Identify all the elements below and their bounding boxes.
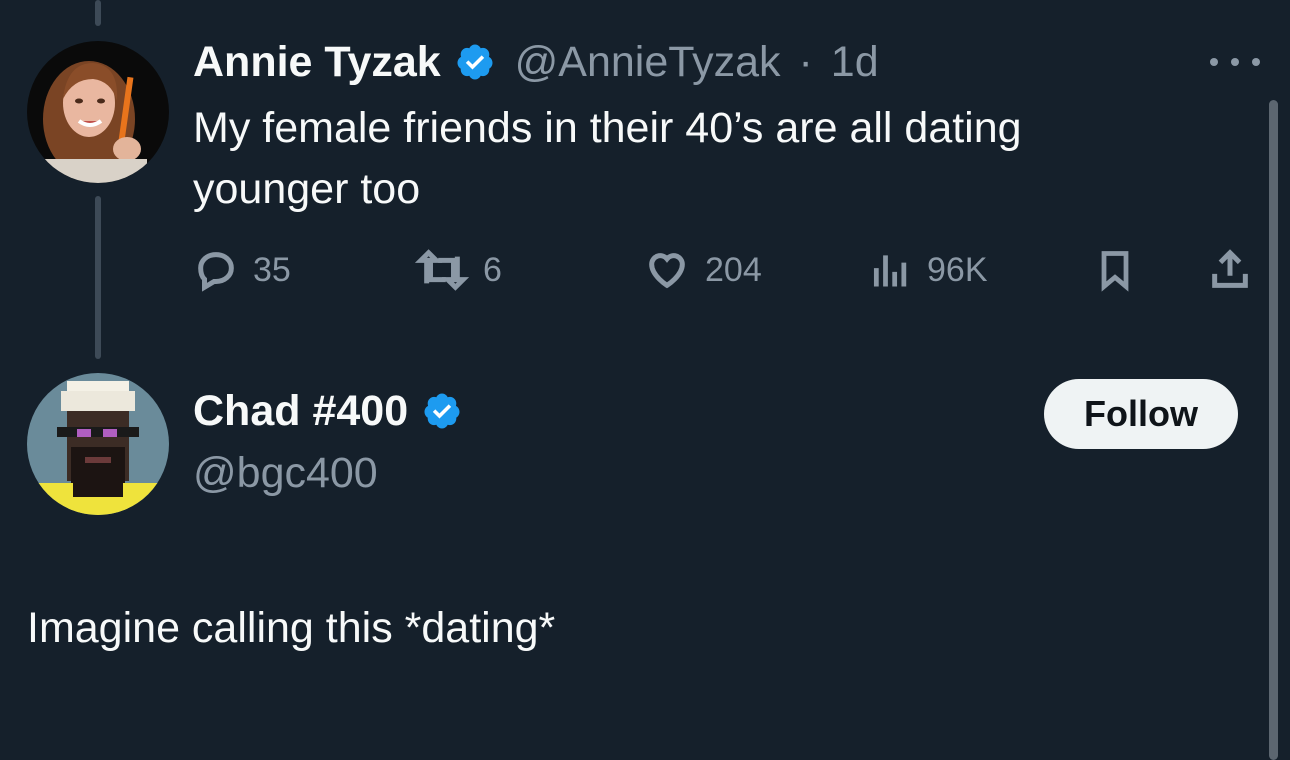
verified-badge-icon <box>424 393 460 429</box>
verified-badge-icon <box>457 44 493 80</box>
avatar-chad-image <box>27 373 169 515</box>
scrollbar[interactable] <box>1269 100 1278 760</box>
original-tweet-text-line1: My female friends in their 40’s are all … <box>193 104 1022 152</box>
reply-icon <box>198 252 234 292</box>
like-button[interactable]: 204 <box>643 244 762 296</box>
time-separator: · <box>798 38 813 86</box>
retweet-icon <box>415 249 469 291</box>
original-tweet-text: My female friends in their 40’s are all … <box>193 98 1022 220</box>
original-author-name[interactable]: Annie Tyzak <box>193 38 441 86</box>
like-count: 204 <box>705 250 762 289</box>
reply-author-name[interactable]: Chad #400 <box>193 387 408 435</box>
bookmark-icon <box>1101 251 1129 292</box>
share-button[interactable] <box>1207 244 1253 296</box>
thread-line-top <box>95 0 101 26</box>
original-author-handle[interactable]: @AnnieTyzak <box>515 38 781 86</box>
retweet-count: 6 <box>483 250 502 289</box>
reply-author-line: Chad #400 <box>193 387 462 436</box>
reply-author-handle[interactable]: @bgc400 <box>193 449 378 498</box>
tweet-actions-bar: 35 6 204 96K <box>193 244 1258 296</box>
like-icon <box>649 253 685 289</box>
share-icon <box>1212 249 1248 288</box>
original-author-line: Annie Tyzak @AnnieTyzak · 1d <box>193 38 879 87</box>
follow-button[interactable]: Follow <box>1044 379 1238 449</box>
views-icon <box>873 255 907 287</box>
avatar-annie-image <box>27 41 169 183</box>
bookmark-button[interactable] <box>1093 244 1137 296</box>
reply-tweet-text: Imagine calling this *dating* <box>27 604 556 652</box>
thread-line-connector <box>95 196 101 359</box>
views-button[interactable]: 96K <box>869 244 988 296</box>
tweet-time[interactable]: 1d <box>831 38 879 86</box>
avatar-chad[interactable] <box>27 373 169 515</box>
more-icon[interactable] <box>1210 50 1260 74</box>
original-tweet-text-line2: younger too <box>193 165 421 213</box>
views-count: 96K <box>927 250 988 289</box>
avatar-annie[interactable] <box>27 41 169 183</box>
reply-count: 35 <box>253 250 291 289</box>
retweet-button[interactable]: 6 <box>415 244 502 296</box>
reply-button[interactable]: 35 <box>193 244 291 296</box>
